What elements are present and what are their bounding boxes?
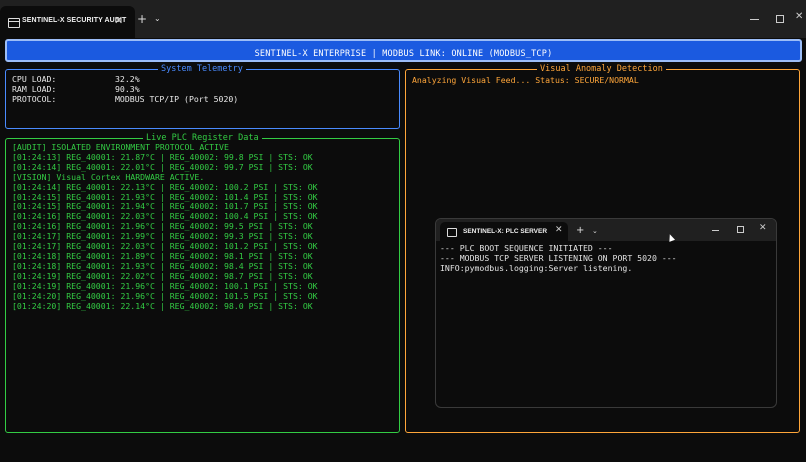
maximize-icon[interactable]	[737, 226, 744, 233]
server-log-line: INFO:pymodbus.logging:Server listening.	[440, 262, 633, 273]
minimize-icon[interactable]	[750, 19, 759, 20]
panel-title: System Telemetry	[158, 64, 246, 75]
terminal-icon	[8, 18, 20, 28]
close-icon[interactable]: ✕	[759, 223, 767, 233]
terminal-tab-bar: SENTINEL-X SECURITY AUDIT ✕ + ⌄ ✕	[0, 0, 806, 38]
telemetry-label: RAM LOAD:	[12, 84, 57, 94]
new-tab-button[interactable]: +	[576, 225, 584, 236]
system-telemetry-panel: System Telemetry CPU LOAD: 32.2% RAM LOA…	[5, 64, 400, 129]
plc-log: [AUDIT] ISOLATED ENVIRONMENT PROTOCOL AC…	[12, 142, 318, 311]
telemetry-label: CPU LOAD:	[12, 74, 57, 84]
server-tab-bar: SENTINEL-X: PLC SERVER ✕ + ⌄ ✕	[436, 219, 776, 241]
tab-title: SENTINEL-X: PLC SERVER	[463, 228, 548, 235]
tab-security-audit[interactable]: SENTINEL-X SECURITY AUDIT ✕	[0, 6, 135, 38]
tab-close-icon[interactable]: ✕	[555, 225, 563, 235]
protocol-value: MODBUS TCP/IP (Port 5020)	[115, 94, 239, 104]
panel-title: Visual Anomaly Detection	[537, 64, 666, 75]
banner-text: SENTINEL-X ENTERPRISE | MODBUS LINK: ONL…	[254, 49, 553, 59]
chevron-down-icon[interactable]: ⌄	[592, 227, 598, 235]
vision-status-text: Analyzing Visual Feed... Status: SECURE/…	[412, 75, 639, 85]
tab-title: SENTINEL-X SECURITY AUDIT	[22, 17, 127, 24]
log-line: [01:24:20] REG_40001: 21.96°C | REG_4000…	[12, 290, 318, 301]
new-tab-button[interactable]: +	[137, 12, 147, 26]
plc-server-window[interactable]: SENTINEL-X: PLC SERVER ✕ + ⌄ ✕ --- PLC B…	[435, 218, 777, 408]
chevron-down-icon[interactable]: ⌄	[154, 14, 161, 23]
tab-close-icon[interactable]: ✕	[114, 14, 123, 27]
ram-load-value: 90.3%	[115, 84, 140, 94]
terminal-icon	[447, 228, 457, 237]
log-line: [01:24:20] REG_40001: 22.14°C | REG_4000…	[12, 300, 313, 311]
tab-plc-server[interactable]: SENTINEL-X: PLC SERVER ✕	[440, 222, 568, 241]
cpu-load-value: 32.2%	[115, 74, 140, 84]
server-output: --- PLC BOOT SEQUENCE INITIATED --- --- …	[440, 243, 677, 274]
plc-register-panel: Live PLC Register Data [AUDIT] ISOLATED …	[5, 133, 400, 433]
maximize-icon[interactable]	[776, 15, 784, 23]
status-banner: SENTINEL-X ENTERPRISE | MODBUS LINK: ONL…	[5, 39, 802, 62]
minimize-icon[interactable]	[712, 230, 719, 231]
telemetry-label: PROTOCOL:	[12, 94, 57, 104]
close-icon[interactable]: ✕	[795, 11, 803, 22]
